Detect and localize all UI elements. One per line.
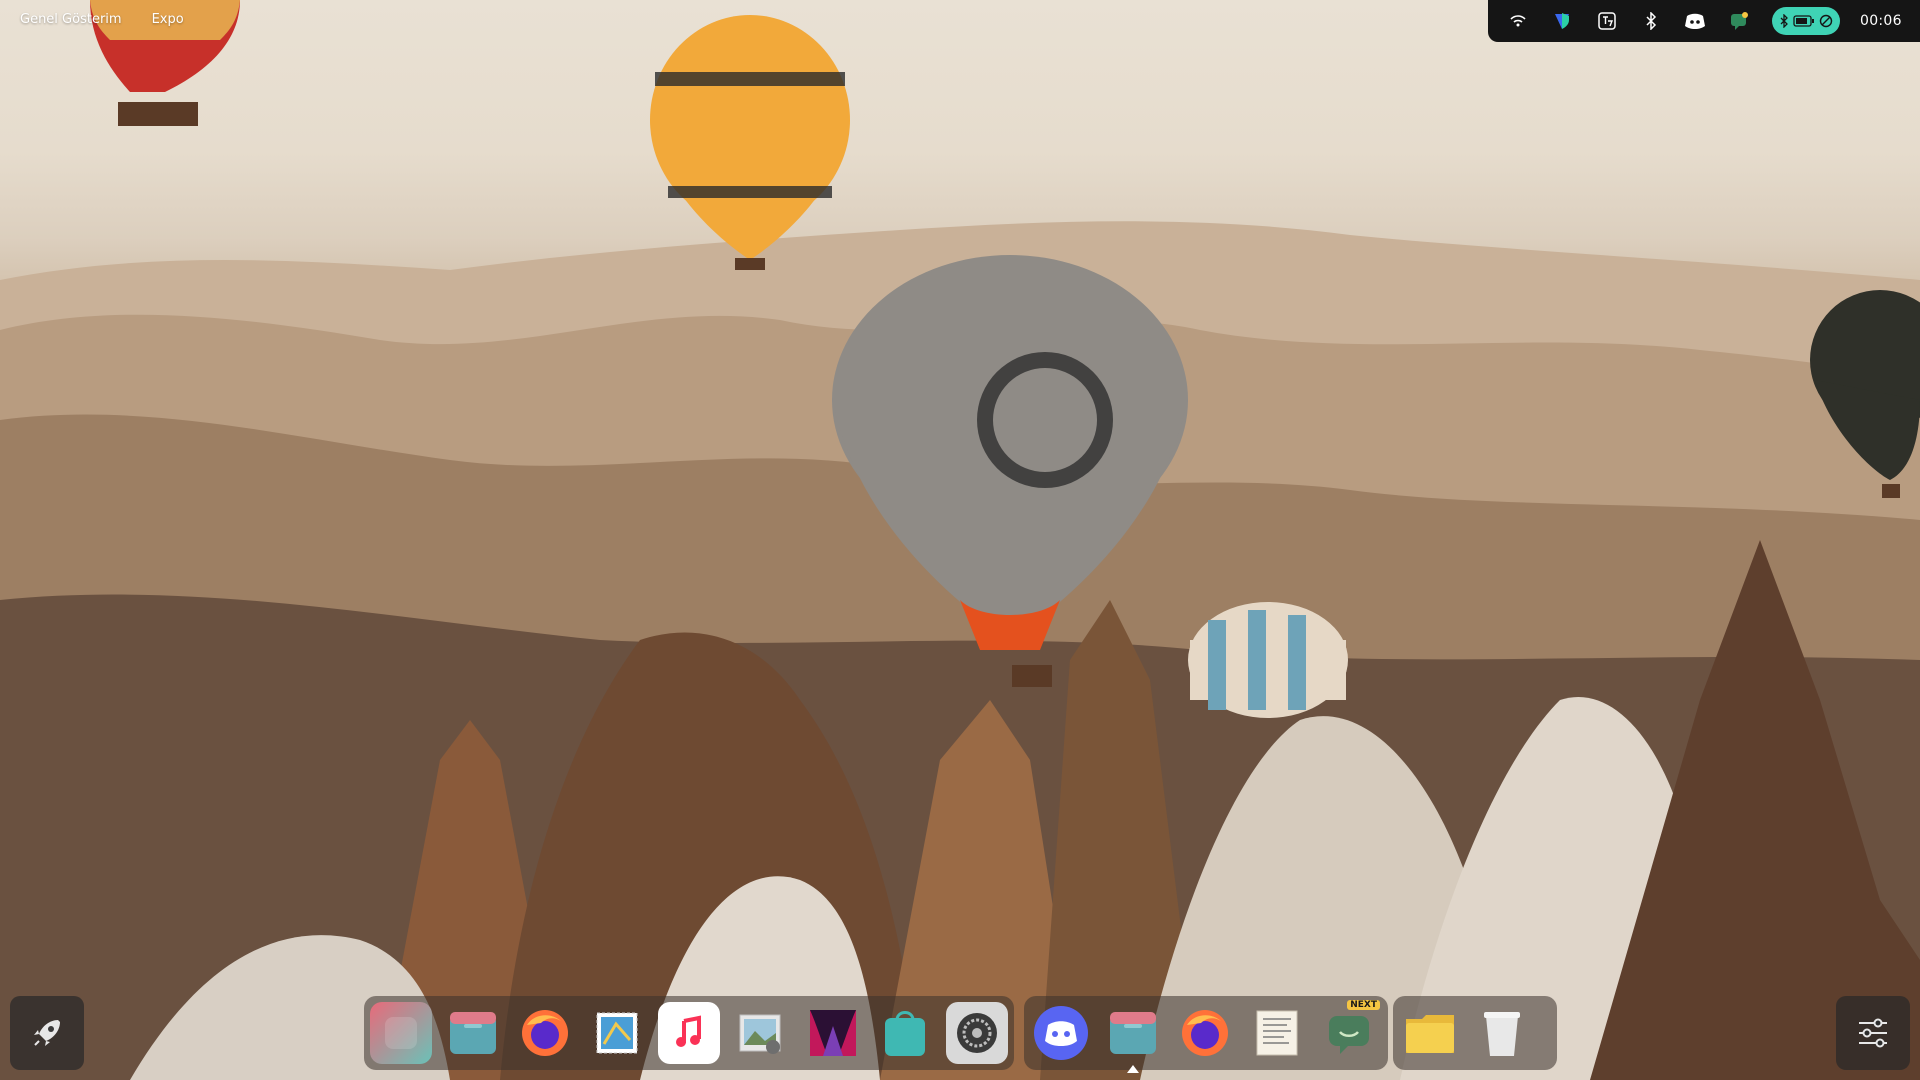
gradient-app-icon — [385, 1017, 417, 1049]
clock[interactable]: 00:06 — [1860, 13, 1902, 29]
chat-bubble-icon — [1329, 1016, 1369, 1054]
running-indicator — [1127, 1065, 1139, 1073]
bluetooth-icon[interactable] — [1639, 9, 1663, 33]
dock-chat-next-app[interactable]: NEXT — [1318, 1000, 1380, 1064]
wallpaper — [0, 0, 1920, 1080]
dock-system-settings[interactable] — [946, 1002, 1008, 1064]
dock-group-2: NEXT — [1024, 996, 1388, 1073]
dock-firefox[interactable] — [514, 1002, 576, 1064]
dock-files-app[interactable] — [442, 1002, 504, 1064]
image-viewer-icon — [739, 1014, 781, 1054]
chat-tray-icon[interactable] — [1727, 9, 1751, 33]
launcher-button[interactable] — [10, 996, 84, 1070]
bluetooth-icon — [1780, 14, 1788, 28]
desktop[interactable]: Genel Gösterim Expo 00:06 NEXT — [0, 0, 1920, 1080]
dock-firefox-2[interactable] — [1174, 1002, 1236, 1064]
firefox-icon — [1182, 1010, 1228, 1056]
top-menu: Genel Gösterim Expo — [20, 12, 184, 27]
dock-image-viewer[interactable] — [730, 1002, 792, 1064]
mail-stamp-icon — [596, 1012, 638, 1054]
dock-mail-app[interactable] — [586, 1002, 648, 1064]
discord-tray-icon[interactable] — [1683, 9, 1707, 33]
do-not-disturb-icon — [1819, 14, 1832, 28]
rocket-icon — [34, 1020, 60, 1046]
music-note-icon — [676, 1015, 701, 1047]
dock-files-app-2[interactable] — [1102, 1002, 1164, 1073]
folder-icon — [450, 1012, 496, 1054]
translate-icon[interactable] — [1595, 9, 1619, 33]
dock-text-document[interactable] — [1246, 1002, 1308, 1064]
sliders-icon — [1859, 1018, 1887, 1048]
system-tray: 00:06 — [1488, 0, 1920, 42]
folder-icon — [1110, 1012, 1156, 1054]
shopping-bag-icon — [885, 1011, 925, 1056]
curtain-icon — [810, 1010, 856, 1056]
dock-folder[interactable] — [1399, 1002, 1461, 1064]
firefox-icon — [522, 1010, 568, 1056]
dock-group-3 — [1393, 996, 1557, 1070]
folder-icon — [1406, 1015, 1454, 1053]
dock-store-app[interactable] — [874, 1002, 936, 1064]
overview-menu[interactable]: Genel Gösterim — [20, 12, 122, 27]
next-badge: NEXT — [1347, 1000, 1380, 1010]
dock-trash[interactable] — [1471, 1002, 1533, 1064]
trash-icon — [1484, 1012, 1520, 1056]
battery-status-pill[interactable] — [1771, 7, 1840, 35]
dock-theater-app[interactable] — [802, 1002, 864, 1064]
vpn-shield-icon[interactable] — [1550, 9, 1574, 33]
quick-settings-button[interactable] — [1836, 996, 1910, 1070]
dock-gradient-app[interactable] — [370, 1002, 432, 1064]
expo-menu[interactable]: Expo — [152, 12, 184, 27]
wifi-icon[interactable] — [1506, 9, 1530, 33]
document-icon — [1256, 1010, 1298, 1056]
battery-icon — [1793, 15, 1814, 27]
gear-icon — [957, 1013, 997, 1053]
dock-group-1 — [364, 996, 1014, 1070]
dock-music-app[interactable] — [658, 1002, 720, 1064]
dock-discord[interactable] — [1030, 1002, 1092, 1064]
balloon-airkapadokya — [650, 15, 850, 270]
balloon-striped — [1188, 602, 1348, 718]
discord-icon — [1034, 1006, 1088, 1060]
